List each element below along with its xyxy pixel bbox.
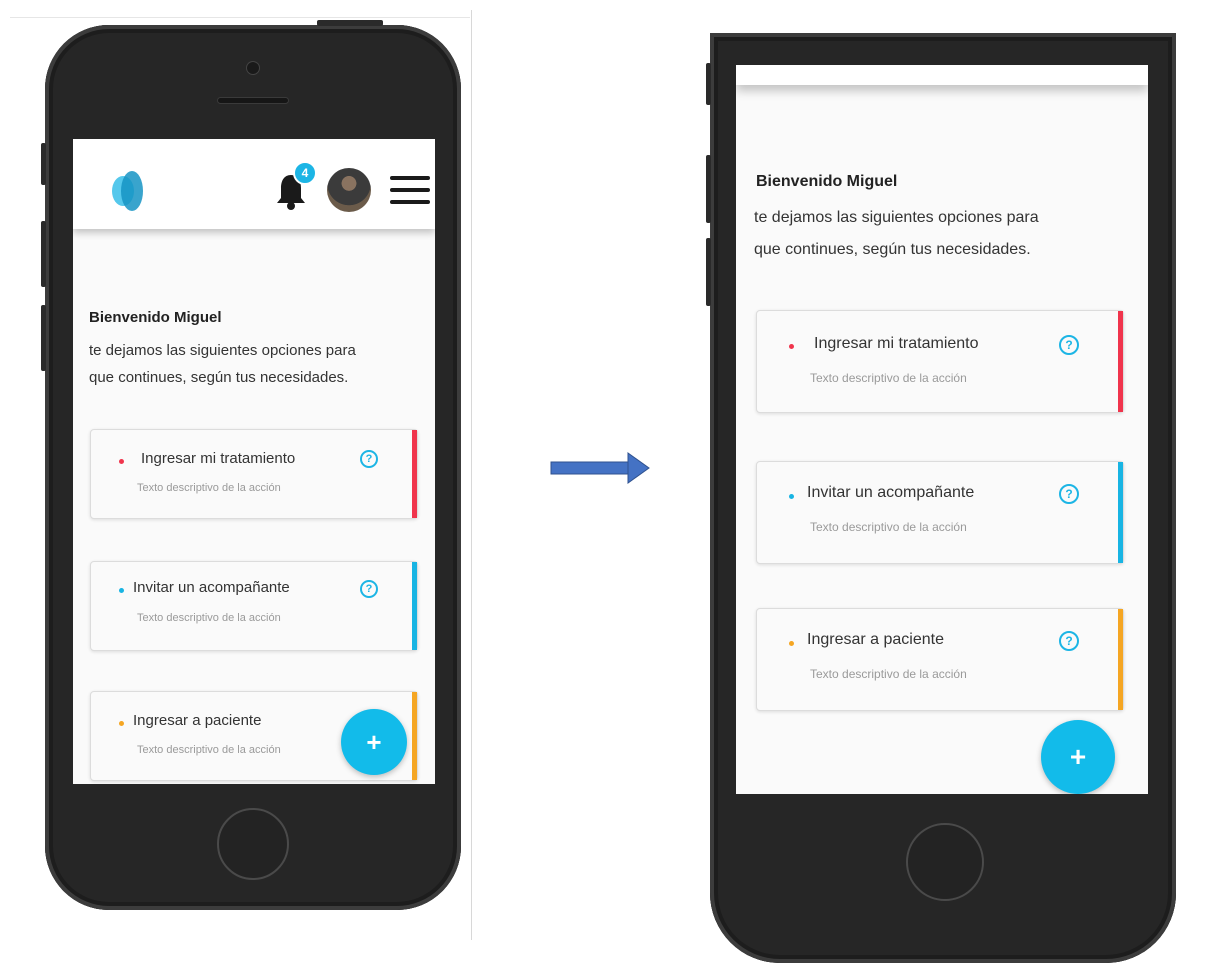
action-title: Ingresar a paciente [133, 712, 262, 729]
action-title: Invitar un acompañante [807, 484, 975, 501]
action-title: Ingresar a paciente [807, 631, 944, 648]
action-description: Texto descriptivo de la acción [810, 520, 967, 534]
app-logo-icon[interactable] [109, 169, 147, 213]
panel-divider [471, 10, 472, 940]
card-accent-bar [1118, 311, 1123, 412]
action-card-patient[interactable]: Ingresar a paciente Texto descriptivo de… [756, 608, 1124, 711]
right-arrow-icon [550, 452, 650, 484]
action-card-companion[interactable]: Invitar un acompañante Texto descriptivo… [90, 561, 418, 651]
intro-text-line-2: que continues, según tus necesidades. [754, 241, 1031, 258]
phone-screen-after: Bienvenido Miguel te dejamos las siguien… [736, 65, 1148, 794]
home-button [906, 823, 984, 901]
mute-switch [706, 63, 711, 105]
volume-up-button [41, 221, 46, 287]
card-accent-bar [412, 430, 417, 518]
bullet-dot [789, 641, 794, 646]
intro-text-line-2: que continues, según tus necesidades. [89, 369, 349, 386]
action-title: Invitar un acompañante [133, 579, 290, 596]
action-title: Ingresar mi tratamiento [814, 335, 979, 352]
volume-down-button [41, 305, 46, 371]
action-card-companion[interactable]: Invitar un acompañante Texto descriptivo… [756, 461, 1124, 564]
app-header [736, 65, 1148, 85]
bullet-dot [119, 721, 124, 726]
action-description: Texto descriptivo de la acción [810, 371, 967, 385]
bullet-dot [119, 588, 124, 593]
add-fab-button[interactable]: + [1041, 720, 1115, 794]
card-accent-bar [1118, 609, 1123, 710]
card-accent-bar [1118, 462, 1123, 563]
phone-mockup-after: Bienvenido Miguel te dejamos las siguien… [706, 33, 1176, 963]
action-description: Texto descriptivo de la acción [137, 612, 281, 624]
card-accent-bar [412, 562, 417, 650]
app-header: 4 [73, 139, 435, 229]
help-circle-icon[interactable]: ? [1059, 631, 1079, 651]
avatar[interactable] [327, 168, 371, 212]
help-circle-icon[interactable]: ? [1059, 335, 1079, 355]
action-card-treatment[interactable]: Ingresar mi tratamiento Texto descriptiv… [756, 310, 1124, 413]
frame-line [10, 17, 470, 18]
action-title: Ingresar mi tratamiento [141, 450, 296, 467]
help-circle-icon[interactable]: ? [360, 450, 378, 468]
volume-up-button [706, 155, 711, 223]
add-fab-button[interactable]: + [341, 709, 407, 775]
action-card-treatment[interactable]: Ingresar mi tratamiento Texto descriptiv… [90, 429, 418, 519]
action-description: Texto descriptivo de la acción [810, 667, 967, 681]
volume-down-button [706, 238, 711, 306]
welcome-heading: Bienvenido Miguel [756, 173, 898, 190]
hamburger-menu-icon[interactable] [390, 176, 430, 204]
home-button [217, 808, 289, 880]
power-button [317, 20, 383, 26]
notification-badge: 4 [293, 161, 317, 185]
intro-text-line-1: te dejamos las siguientes opciones para [754, 209, 1039, 226]
bullet-dot [789, 344, 794, 349]
front-camera [247, 62, 259, 74]
intro-text-line-1: te dejamos las siguientes opciones para [89, 342, 356, 359]
card-accent-bar [412, 692, 417, 780]
action-description: Texto descriptivo de la acción [137, 482, 281, 494]
action-description: Texto descriptivo de la acción [137, 744, 281, 756]
mute-switch [41, 143, 46, 185]
earpiece-speaker [218, 98, 288, 103]
welcome-heading: Bienvenido Miguel [89, 309, 222, 326]
help-circle-icon[interactable]: ? [360, 580, 378, 598]
bullet-dot [789, 494, 794, 499]
bullet-dot [119, 459, 124, 464]
phone-mockup-before: 4 Bienvenido Miguel te dejamos las sigui… [41, 20, 461, 910]
phone-screen-before: 4 Bienvenido Miguel te dejamos las sigui… [73, 139, 435, 784]
help-circle-icon[interactable]: ? [1059, 484, 1079, 504]
